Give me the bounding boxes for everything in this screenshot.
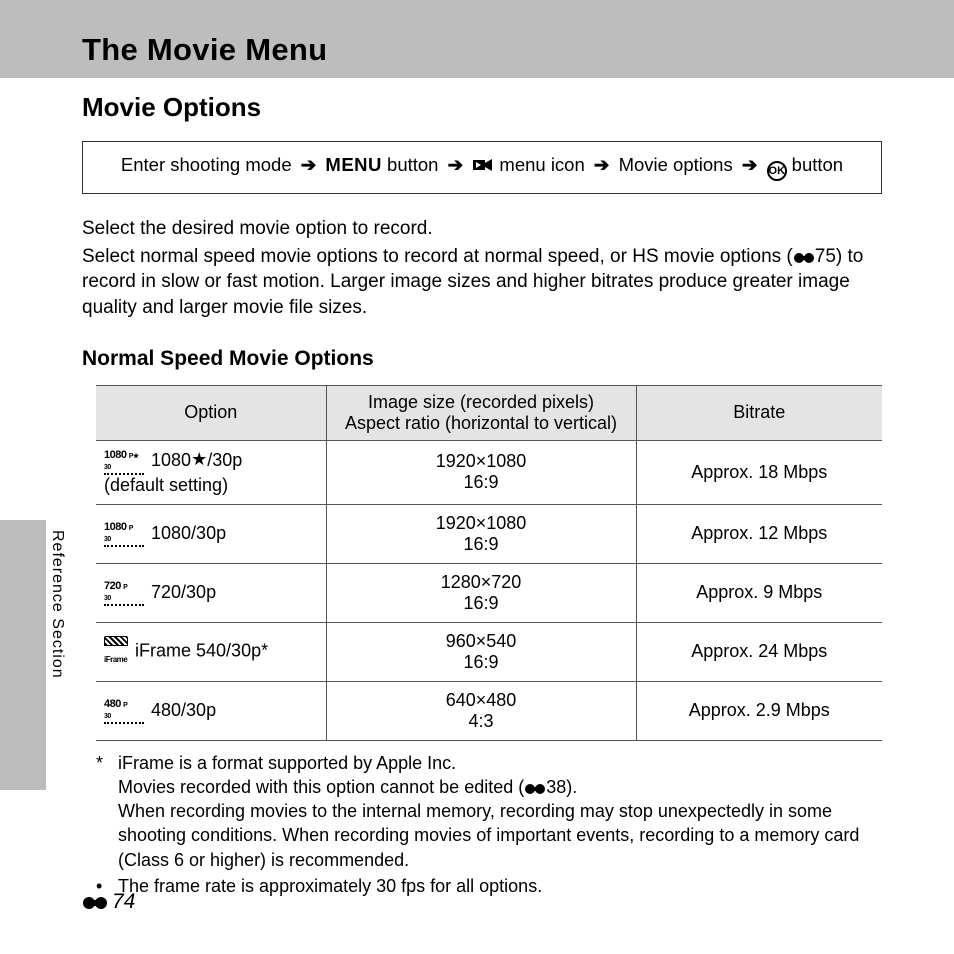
nav-step-menuicon: menu icon (494, 154, 585, 175)
col-bitrate: Bitrate (636, 385, 882, 440)
option-label: 720/30p (151, 581, 216, 601)
table-row: 480 P30 480/30p 640×4804:3 Approx. 2.9 M… (96, 681, 882, 740)
menu-button-label: MENU (325, 154, 381, 175)
table-row: iFrame iFrame 540/30p* 960×54016:9 Appro… (96, 622, 882, 681)
arrow-icon: ➔ (594, 154, 610, 175)
option-icon-iframe: iFrame (104, 636, 128, 667)
col-option: Option (96, 385, 326, 440)
intro-paragraph-1: Select the desired movie option to recor… (82, 216, 882, 242)
sidebar-gray-block (0, 520, 46, 790)
movie-options-table: Option Image size (recorded pixels) Aspe… (96, 385, 882, 741)
intro-paragraph-2: Select normal speed movie options to rec… (82, 244, 882, 321)
option-icon-480: 480 P30 (104, 698, 144, 724)
nav-step-button1: button (382, 154, 439, 175)
table-row: 720 P30 720/30p 1280×72016:9 Approx. 9 M… (96, 563, 882, 622)
option-label: 480/30p (151, 699, 216, 719)
option-icon-1080star: 1080 P★30 (104, 449, 144, 475)
intro-text: Select the desired movie option to recor… (82, 216, 882, 321)
cell-size: 1280×72016:9 (326, 563, 636, 622)
cell-size: 1920×108016:9 (326, 504, 636, 563)
header-bar: The Movie Menu (0, 0, 954, 78)
table-row: 1080 P★30 1080★/30p (default setting) 19… (96, 440, 882, 504)
cell-size: 960×54016:9 (326, 622, 636, 681)
section-title: Movie Options (82, 92, 882, 123)
navigation-path-box: Enter shooting mode ➔ MENU button ➔ menu… (82, 141, 882, 194)
option-note: (default setting) (104, 475, 228, 495)
page-title: The Movie Menu (82, 32, 327, 68)
reference-icon (793, 246, 815, 267)
option-icon-720: 720 P30 (104, 580, 144, 606)
cell-bitrate: Approx. 12 Mbps (636, 504, 882, 563)
arrow-icon: ➔ (742, 154, 758, 175)
nav-step-button2: button (787, 154, 844, 175)
footnote-line: iFrame is a format supported by Apple In… (118, 751, 882, 775)
footnotes: * iFrame is a format supported by Apple … (96, 751, 882, 899)
arrow-icon: ➔ (448, 154, 464, 175)
option-label: iFrame 540/30p* (135, 640, 268, 660)
ok-button-icon: OK (767, 161, 787, 181)
side-label: Reference Section (48, 530, 66, 679)
cell-size: 1920×108016:9 (326, 440, 636, 504)
cell-size: 640×4804:3 (326, 681, 636, 740)
option-icon-1080: 1080 P30 (104, 521, 144, 547)
footnote-line: Movies recorded with this option cannot … (118, 775, 882, 799)
footnote-bullet: The frame rate is approximately 30 fps f… (118, 874, 882, 898)
footnote-line: When recording movies to the internal me… (118, 799, 882, 872)
col-imagesize: Image size (recorded pixels) Aspect rati… (326, 385, 636, 440)
table-row: 1080 P30 1080/30p 1920×108016:9 Approx. … (96, 504, 882, 563)
cell-bitrate: Approx. 9 Mbps (636, 563, 882, 622)
arrow-icon: ➔ (301, 154, 317, 175)
nav-step-movieoptions: Movie options (619, 154, 733, 175)
nav-step-enter: Enter shooting mode (121, 154, 292, 175)
cell-bitrate: Approx. 2.9 Mbps (636, 681, 882, 740)
cell-bitrate: Approx. 24 Mbps (636, 622, 882, 681)
table-title: Normal Speed Movie Options (82, 347, 882, 371)
page-number: 74 (82, 890, 135, 914)
option-label: 1080★/30p (151, 450, 242, 470)
footnote-marker: * (96, 751, 118, 872)
reference-icon (524, 777, 546, 797)
cell-bitrate: Approx. 18 Mbps (636, 440, 882, 504)
reference-icon (82, 890, 108, 914)
movie-menu-icon (472, 156, 494, 178)
option-label: 1080/30p (151, 522, 226, 542)
